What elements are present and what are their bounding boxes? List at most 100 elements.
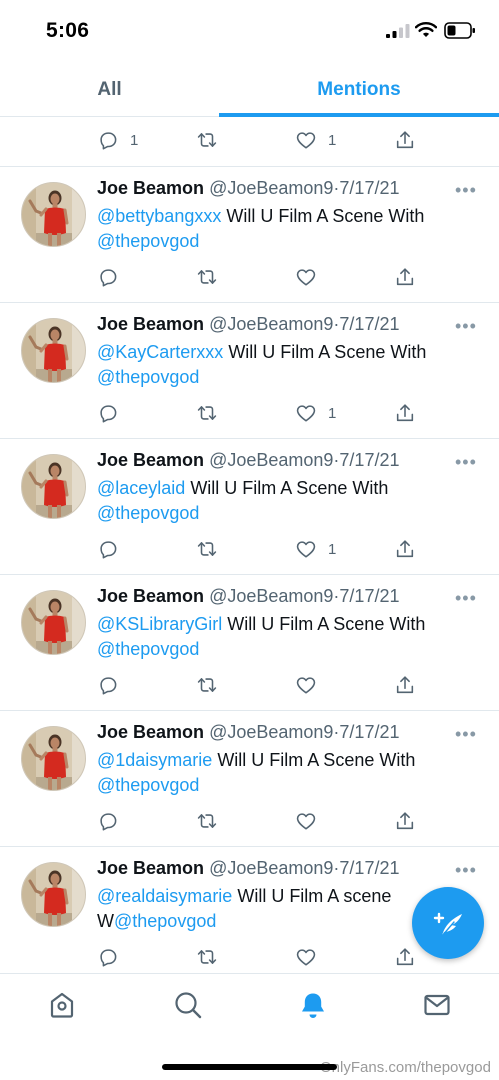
- retweet-button[interactable]: [196, 670, 218, 700]
- share-button[interactable]: [394, 534, 416, 564]
- tweet-item[interactable]: Joe Beamon @JoeBeamon9·7/17/21 ••• @bett…: [0, 166, 499, 302]
- tweet-date: 7/17/21: [339, 314, 400, 334]
- mention-link[interactable]: @thepovgod: [97, 367, 199, 387]
- share-button[interactable]: [394, 262, 416, 292]
- retweet-button[interactable]: [196, 125, 218, 155]
- share-button[interactable]: [394, 806, 416, 836]
- tab-mentions[interactable]: Mentions: [219, 62, 499, 117]
- tweet-actions: [0, 806, 499, 836]
- share-icon: [394, 946, 416, 968]
- avatar[interactable]: [21, 318, 86, 383]
- mention-link[interactable]: @thepovgod: [97, 639, 199, 659]
- reply-icon: [97, 810, 119, 832]
- share-button[interactable]: [394, 942, 416, 972]
- tweet-text-body: Will U Film A Scene With: [223, 342, 427, 362]
- more-options-icon[interactable]: •••: [455, 452, 477, 473]
- nav-home[interactable]: [47, 990, 77, 1020]
- tweet-actions: [0, 670, 499, 700]
- reply-button[interactable]: [97, 398, 119, 428]
- author-name[interactable]: Joe Beamon: [97, 450, 204, 470]
- retweet-button[interactable]: [196, 942, 218, 972]
- author-name[interactable]: Joe Beamon: [97, 314, 204, 334]
- mention-link[interactable]: @thepovgod: [97, 503, 199, 523]
- reply-button[interactable]: [97, 942, 119, 972]
- like-button[interactable]: [295, 262, 328, 292]
- mention-link[interactable]: @thepovgod: [114, 911, 216, 931]
- share-button[interactable]: [394, 398, 416, 428]
- tweet-text-body: Will U Film A Scene With: [221, 206, 425, 226]
- avatar[interactable]: [21, 726, 86, 791]
- mention-link[interactable]: @realdaisymarie: [97, 886, 232, 906]
- author-name[interactable]: Joe Beamon: [97, 722, 204, 742]
- tweet-date: 7/17/21: [339, 450, 400, 470]
- tweet-text: @laceylaid Will U Film A Scene With @the…: [97, 476, 477, 526]
- heart-icon: [295, 946, 317, 968]
- more-options-icon[interactable]: •••: [455, 860, 477, 881]
- heart-icon: [295, 402, 317, 424]
- reply-button[interactable]: [97, 806, 119, 836]
- more-options-icon[interactable]: •••: [455, 724, 477, 745]
- mention-link[interactable]: @KSLibraryGirl: [97, 614, 222, 634]
- partial-tweet-actions: 1 1: [0, 125, 499, 155]
- avatar[interactable]: [21, 590, 86, 655]
- like-button[interactable]: [295, 806, 328, 836]
- nav-search[interactable]: [173, 990, 203, 1020]
- tweet-item[interactable]: Joe Beamon @JoeBeamon9·7/17/21 ••• @lace…: [0, 438, 499, 574]
- tweet-item[interactable]: Joe Beamon @JoeBeamon9·7/17/21 ••• @1dai…: [0, 710, 499, 846]
- author-handle: @JoeBeamon9: [209, 858, 334, 878]
- author-name[interactable]: Joe Beamon: [97, 178, 204, 198]
- more-options-icon[interactable]: •••: [455, 588, 477, 609]
- status-time: 5:06: [46, 19, 90, 42]
- retweet-button[interactable]: [196, 806, 218, 836]
- like-button[interactable]: [295, 670, 328, 700]
- author-name[interactable]: Joe Beamon: [97, 858, 204, 878]
- tab-all[interactable]: All: [0, 62, 219, 117]
- mention-link[interactable]: @laceylaid: [97, 478, 185, 498]
- mail-icon: [424, 994, 450, 1016]
- reply-button[interactable]: [97, 534, 119, 564]
- reply-icon: [97, 538, 119, 560]
- like-button[interactable]: 1: [295, 534, 336, 564]
- nav-notifications[interactable]: [298, 990, 328, 1020]
- mention-link[interactable]: @KayCarterxxx: [97, 342, 223, 362]
- more-options-icon[interactable]: •••: [455, 180, 477, 201]
- tweet-header: Joe Beamon @JoeBeamon9·7/17/21: [97, 178, 399, 199]
- share-icon: [394, 266, 416, 288]
- reply-button[interactable]: [97, 262, 119, 292]
- like-button[interactable]: [295, 942, 328, 972]
- compose-tweet-button[interactable]: [412, 887, 484, 959]
- avatar[interactable]: [21, 182, 86, 247]
- mention-link[interactable]: @thepovgod: [97, 775, 199, 795]
- author-handle: @JoeBeamon9: [209, 722, 334, 742]
- home-indicator[interactable]: [162, 1064, 337, 1070]
- nav-messages[interactable]: [422, 990, 452, 1020]
- share-button[interactable]: [394, 670, 416, 700]
- retweet-icon: [196, 402, 218, 424]
- more-options-icon[interactable]: •••: [455, 316, 477, 337]
- retweet-button[interactable]: [196, 262, 218, 292]
- retweet-button[interactable]: [196, 398, 218, 428]
- reply-button[interactable]: [97, 670, 119, 700]
- reply-button[interactable]: 1: [97, 125, 138, 155]
- share-button[interactable]: [394, 125, 416, 155]
- like-button[interactable]: 1: [295, 398, 336, 428]
- status-bar: 5:06: [0, 0, 499, 62]
- profile-photo: [22, 183, 86, 247]
- tweet-text: @KayCarterxxx Will U Film A Scene With @…: [97, 340, 477, 390]
- profile-photo: [22, 863, 86, 927]
- retweet-button[interactable]: [196, 534, 218, 564]
- active-tab-indicator: [219, 113, 499, 117]
- mention-link[interactable]: @1daisymarie: [97, 750, 212, 770]
- tweet-item[interactable]: Joe Beamon @JoeBeamon9·7/17/21 ••• @KSLi…: [0, 574, 499, 710]
- mention-link[interactable]: @thepovgod: [97, 231, 199, 251]
- profile-photo: [22, 455, 86, 519]
- avatar[interactable]: [21, 862, 86, 927]
- mention-link[interactable]: @bettybangxxx: [97, 206, 221, 226]
- tweet-item[interactable]: Joe Beamon @JoeBeamon9·7/17/21 ••• @KayC…: [0, 302, 499, 438]
- author-name[interactable]: Joe Beamon: [97, 586, 204, 606]
- like-button[interactable]: 1: [295, 125, 336, 155]
- author-handle: @JoeBeamon9: [209, 586, 334, 606]
- retweet-icon: [196, 810, 218, 832]
- avatar[interactable]: [21, 454, 86, 519]
- tweet-header: Joe Beamon @JoeBeamon9·7/17/21: [97, 450, 399, 471]
